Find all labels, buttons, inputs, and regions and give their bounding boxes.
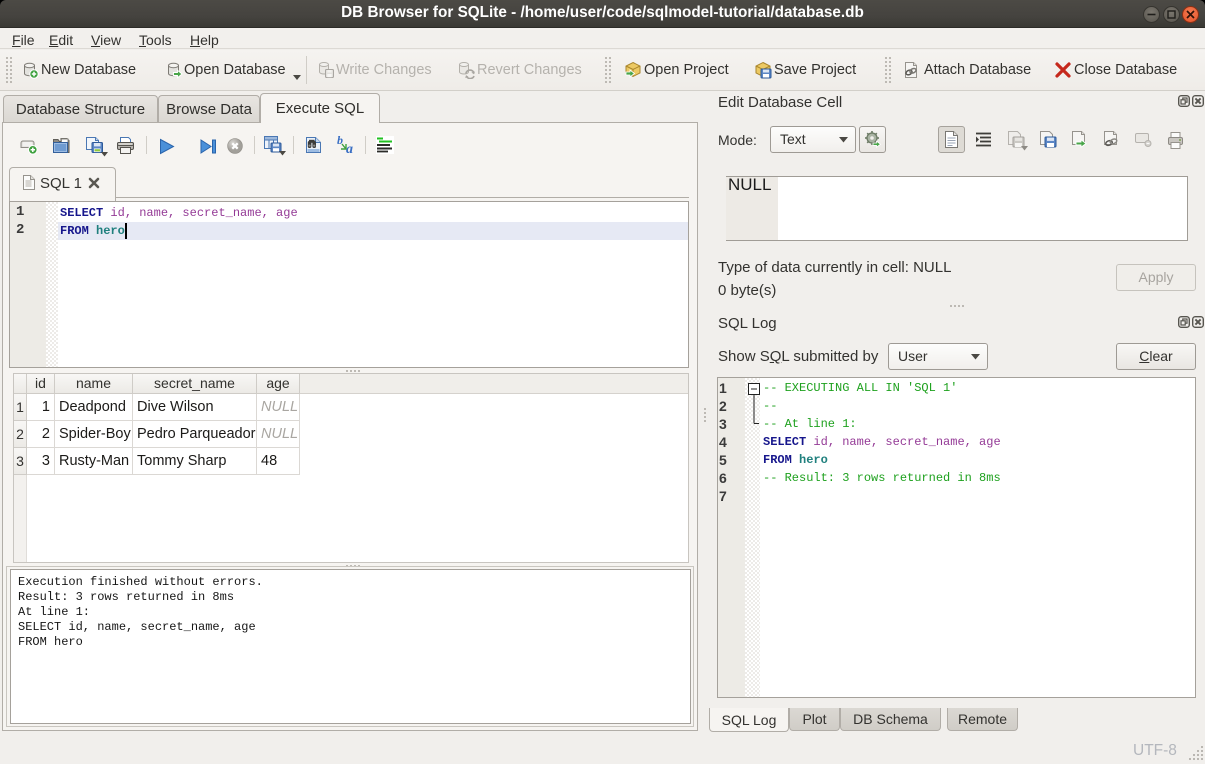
svg-text:a: a bbox=[346, 142, 353, 155]
